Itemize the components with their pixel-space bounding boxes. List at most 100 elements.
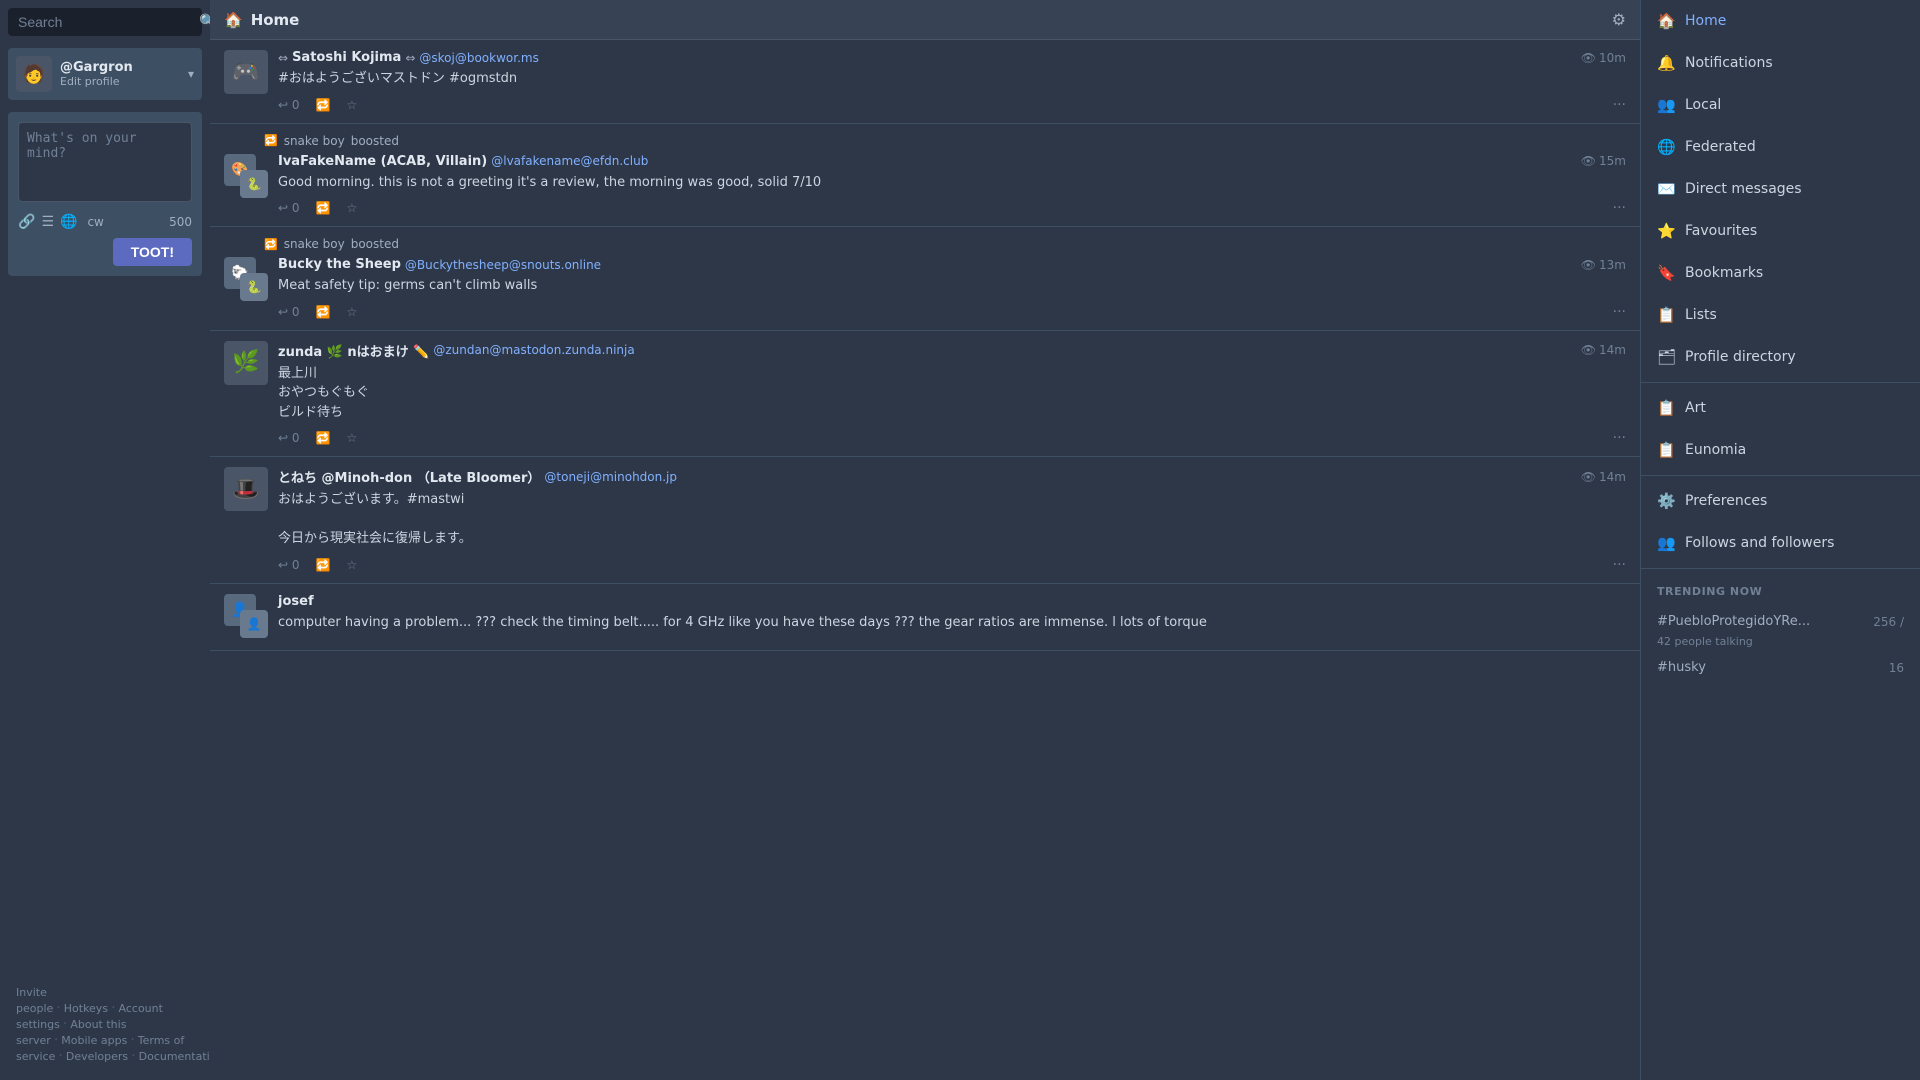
profile-username: @Gargron xyxy=(60,60,133,75)
nav-divider-3 xyxy=(1641,568,1920,569)
list-item[interactable]: #PuebloProtegidoYRe... 256 / xyxy=(1657,608,1904,635)
sidebar-item-label: Home xyxy=(1685,13,1726,29)
sidebar-item-label: Direct messages xyxy=(1685,181,1802,197)
boost-button[interactable]: 🔁 xyxy=(316,201,331,215)
boost-username: snake boy xyxy=(284,134,345,148)
boost-button[interactable]: 🔁 xyxy=(316,431,331,445)
filter-icon[interactable]: ⚙ xyxy=(1612,10,1626,29)
avatar: 🧑 xyxy=(16,56,52,92)
favourite-button[interactable]: ☆ xyxy=(346,431,357,445)
post-actions: ↩ 0 🔁 ☆ ··· xyxy=(278,97,1626,113)
reply-button[interactable]: ↩ 0 xyxy=(278,558,300,572)
sidebar-item-label: Follows and followers xyxy=(1685,535,1834,551)
boost-button[interactable]: 🔁 xyxy=(316,98,331,112)
cw-label[interactable]: cw xyxy=(87,215,103,229)
post-text: 最上川おやつもぐもぐビルド待ち xyxy=(278,364,1626,423)
sidebar-item-label: Lists xyxy=(1685,307,1717,323)
sidebar-item-home[interactable]: 🏠 Home xyxy=(1641,0,1920,42)
left-sidebar: 🔍 🧑 @Gargron Edit profile ▾ 🔗 ☰ 🌐 cw 500… xyxy=(0,0,210,1080)
post-author: IvaFakeName (ACAB, Villain) xyxy=(278,154,487,169)
home-icon: 🏠 xyxy=(1657,12,1675,30)
sidebar-item-profile-directory[interactable]: 🗂 Profile directory xyxy=(1641,336,1920,378)
profile-section[interactable]: 🧑 @Gargron Edit profile ▾ xyxy=(8,48,202,100)
avatar-image: 🧑 xyxy=(23,64,45,85)
post-handle: @zundan@mastodon.zunda.ninja xyxy=(433,343,634,357)
post-actions: ↩ 0 🔁 ☆ ··· xyxy=(278,430,1626,446)
reply-button[interactable]: ↩ 0 xyxy=(278,98,300,112)
sidebar-item-preferences[interactable]: ⚙️ Preferences xyxy=(1641,480,1920,522)
favourite-button[interactable]: ☆ xyxy=(346,201,357,215)
toot-button[interactable]: TOOT! xyxy=(113,238,192,266)
more-button[interactable]: ··· xyxy=(1613,200,1626,216)
sidebar-item-bookmarks[interactable]: 🔖 Bookmarks xyxy=(1641,252,1920,294)
favourite-button[interactable]: ☆ xyxy=(346,558,357,572)
reply-button[interactable]: ↩ 0 xyxy=(278,305,300,319)
sidebar-item-lists[interactable]: 📋 Lists xyxy=(1641,294,1920,336)
post-author: Bucky the Sheep xyxy=(278,257,401,272)
feed-title-text: Home xyxy=(251,11,300,29)
post-author: zunda 🌿 nはおまけ ✏️ xyxy=(278,341,429,360)
list-icon[interactable]: ☰ xyxy=(41,214,54,230)
table-row: 🔁 snake boy boosted 🐑 🐍 Bucky the Sheep … xyxy=(210,227,1640,331)
sidebar-item-eunomia[interactable]: 📋 Eunomia xyxy=(1641,429,1920,471)
feed-header: 🏠 Home ⚙ xyxy=(210,0,1640,40)
boost-button[interactable]: 🔁 xyxy=(316,558,331,572)
globe-icon[interactable]: 🌐 xyxy=(60,214,77,230)
post-author: josef xyxy=(278,594,314,609)
post-actions: ↩ 0 🔁 ☆ ··· xyxy=(278,557,1626,573)
sidebar-item-art[interactable]: 📋 Art xyxy=(1641,387,1920,429)
more-button[interactable]: ··· xyxy=(1613,304,1626,320)
sidebar-item-local[interactable]: 👥 Local xyxy=(1641,84,1920,126)
trending-tag: #PuebloProtegidoYRe... xyxy=(1657,614,1810,629)
sidebar-item-label: Local xyxy=(1685,97,1721,113)
search-input[interactable] xyxy=(18,14,199,30)
more-button[interactable]: ··· xyxy=(1613,557,1626,573)
sidebar-item-federated[interactable]: 🌐 Federated xyxy=(1641,126,1920,168)
compose-area: 🔗 ☰ 🌐 cw 500 TOOT! xyxy=(8,112,202,276)
list-icon: 📋 xyxy=(1657,306,1675,324)
sidebar-item-label: Profile directory xyxy=(1685,349,1796,365)
compose-input[interactable] xyxy=(18,122,192,202)
mobile-apps-link[interactable]: Mobile apps xyxy=(61,1034,127,1047)
boost-icon: 🔁 xyxy=(264,238,278,251)
users-icon: 👥 xyxy=(1657,96,1675,114)
attachment-icon[interactable]: 🔗 xyxy=(18,214,35,230)
reply-button[interactable]: ↩ 0 xyxy=(278,201,300,215)
sidebar-item-follows-followers[interactable]: 👥 Follows and followers xyxy=(1641,522,1920,564)
list-item[interactable]: #husky 16 xyxy=(1657,654,1904,681)
post-body: josef computer having a problem... ??? c… xyxy=(278,594,1626,641)
more-button[interactable]: ··· xyxy=(1613,97,1626,113)
sidebar-item-favourites[interactable]: ⭐ Favourites xyxy=(1641,210,1920,252)
table-row: 👤 👤 josef computer having a problem... ?… xyxy=(210,584,1640,652)
favourite-button[interactable]: ☆ xyxy=(346,305,357,319)
sidebar-item-direct-messages[interactable]: ✉️ Direct messages xyxy=(1641,168,1920,210)
sidebar-item-notifications[interactable]: 🔔 Notifications xyxy=(1641,42,1920,84)
table-row: 🎮 ⇔ Satoshi Kojima ⇔ @skoj@bookwor.ms 👁 … xyxy=(210,40,1640,124)
post-time: 👁 14m xyxy=(1581,343,1626,357)
main-feed: 🏠 Home ⚙ 🎮 ⇔ Satoshi Kojima ⇔ @skoj@book… xyxy=(210,0,1640,1080)
post-avatar: 🌿 xyxy=(224,341,268,385)
post-text: Meat safety tip: germs can't climb walls xyxy=(278,276,1626,296)
post-handle: @skoj@bookwor.ms xyxy=(419,51,538,65)
post-time: 👁 10m xyxy=(1581,51,1626,65)
search-box[interactable]: 🔍 xyxy=(8,8,202,36)
visibility-icon: 👁 xyxy=(1581,258,1596,272)
reply-button[interactable]: ↩ 0 xyxy=(278,431,300,445)
more-button[interactable]: ··· xyxy=(1613,430,1626,446)
trending-count: 16 xyxy=(1889,661,1904,675)
sidebar-item-label: Eunomia xyxy=(1685,442,1746,458)
boost-button[interactable]: 🔁 xyxy=(316,305,331,319)
post-time: 👁 13m xyxy=(1581,258,1626,272)
developers-link[interactable]: Developers xyxy=(66,1050,128,1063)
post-actions: ↩ 0 🔁 ☆ ··· xyxy=(278,304,1626,320)
favourite-button[interactable]: ☆ xyxy=(346,98,357,112)
trending-title: TRENDING NOW xyxy=(1657,585,1904,598)
post-time: 👁 15m xyxy=(1581,154,1626,168)
invite-people-link[interactable]: Invite people xyxy=(16,986,53,1015)
directory-icon: 🗂 xyxy=(1657,348,1675,366)
art-icon: 📋 xyxy=(1657,399,1675,417)
star-icon: ⭐ xyxy=(1657,222,1675,240)
boost-icon: 🔁 xyxy=(264,134,278,147)
hotkeys-link[interactable]: Hotkeys xyxy=(64,1002,108,1015)
boost-prefix-icon: ⇔ xyxy=(278,51,288,65)
